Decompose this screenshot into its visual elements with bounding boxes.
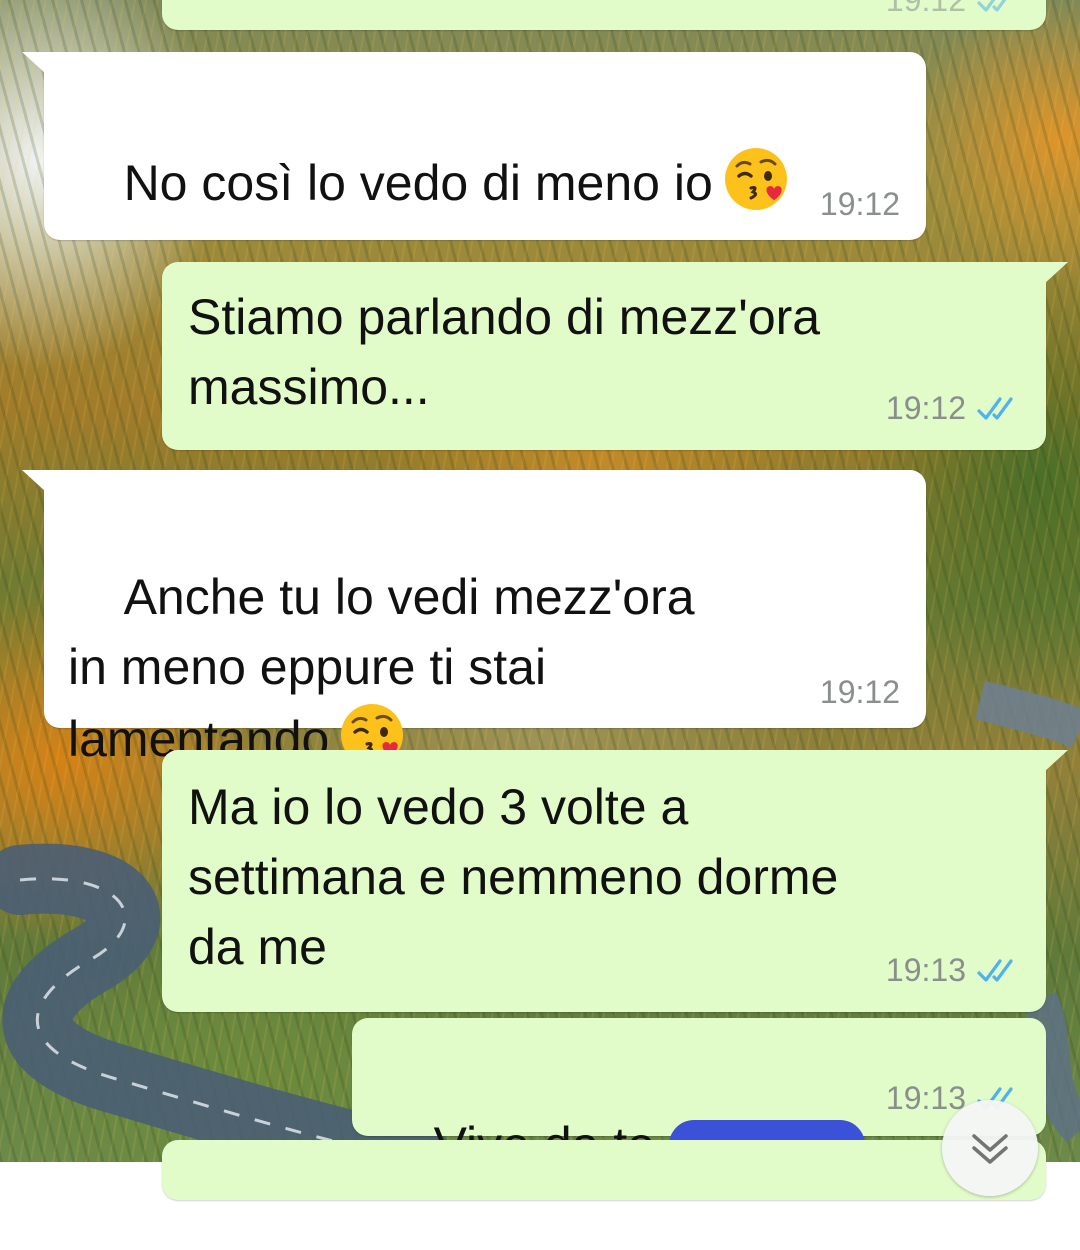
message-text: No così lo vedo di meno io <box>123 155 713 211</box>
read-receipt-icon <box>977 0 1006 12</box>
message-time: 19:13 <box>885 952 966 988</box>
message-meta: 19:12 <box>886 0 1020 19</box>
message-time: 19:12 <box>885 390 966 426</box>
read-receipt-icon <box>977 396 1013 420</box>
message-time: 19:12 <box>819 186 900 222</box>
bubble-tail <box>1044 262 1068 284</box>
message-meta: 19:12 <box>886 390 1020 427</box>
message-meta: 19:12 <box>820 674 900 711</box>
message-outgoing[interactable]: Stiamo parlando di mezz'ora massimo... 1… <box>162 262 1068 450</box>
message-outgoing[interactable]: 19:12 <box>162 0 1046 30</box>
message-time: 19:13 <box>885 1080 966 1116</box>
message-incoming[interactable]: No così lo vedo di meno io 19:12 <box>22 52 926 240</box>
message-text: Stiamo parlando di mezz'ora massimo... <box>188 289 821 415</box>
message-body: No così lo vedo di meno io <box>68 76 789 288</box>
message-outgoing[interactable]: Vive da te 19:13 <box>352 1018 1046 1173</box>
message-time: 19:12 <box>885 0 966 18</box>
message-meta: 19:12 <box>820 186 900 223</box>
bubble-tail <box>22 52 46 74</box>
message-time: 19:12 <box>819 674 900 710</box>
message-incoming[interactable]: Anche tu lo vedi mezz'ora in meno eppure… <box>22 470 926 767</box>
message-outgoing[interactable] <box>162 1140 1046 1200</box>
read-receipt-icon <box>977 958 1013 982</box>
bubble-tail <box>1044 750 1068 772</box>
message-meta: 19:13 <box>886 952 1020 989</box>
double-chevron-down-icon <box>972 1134 1008 1164</box>
message-outgoing[interactable]: Ma io lo vedo 3 volte a settimana e nemm… <box>162 750 1068 1012</box>
bubble-tail <box>22 470 46 492</box>
kissing-face-icon <box>724 148 787 210</box>
message-text: Ma io lo vedo 3 volte a settimana e nemm… <box>188 779 839 975</box>
scroll-to-bottom-button[interactable] <box>942 1100 1038 1196</box>
